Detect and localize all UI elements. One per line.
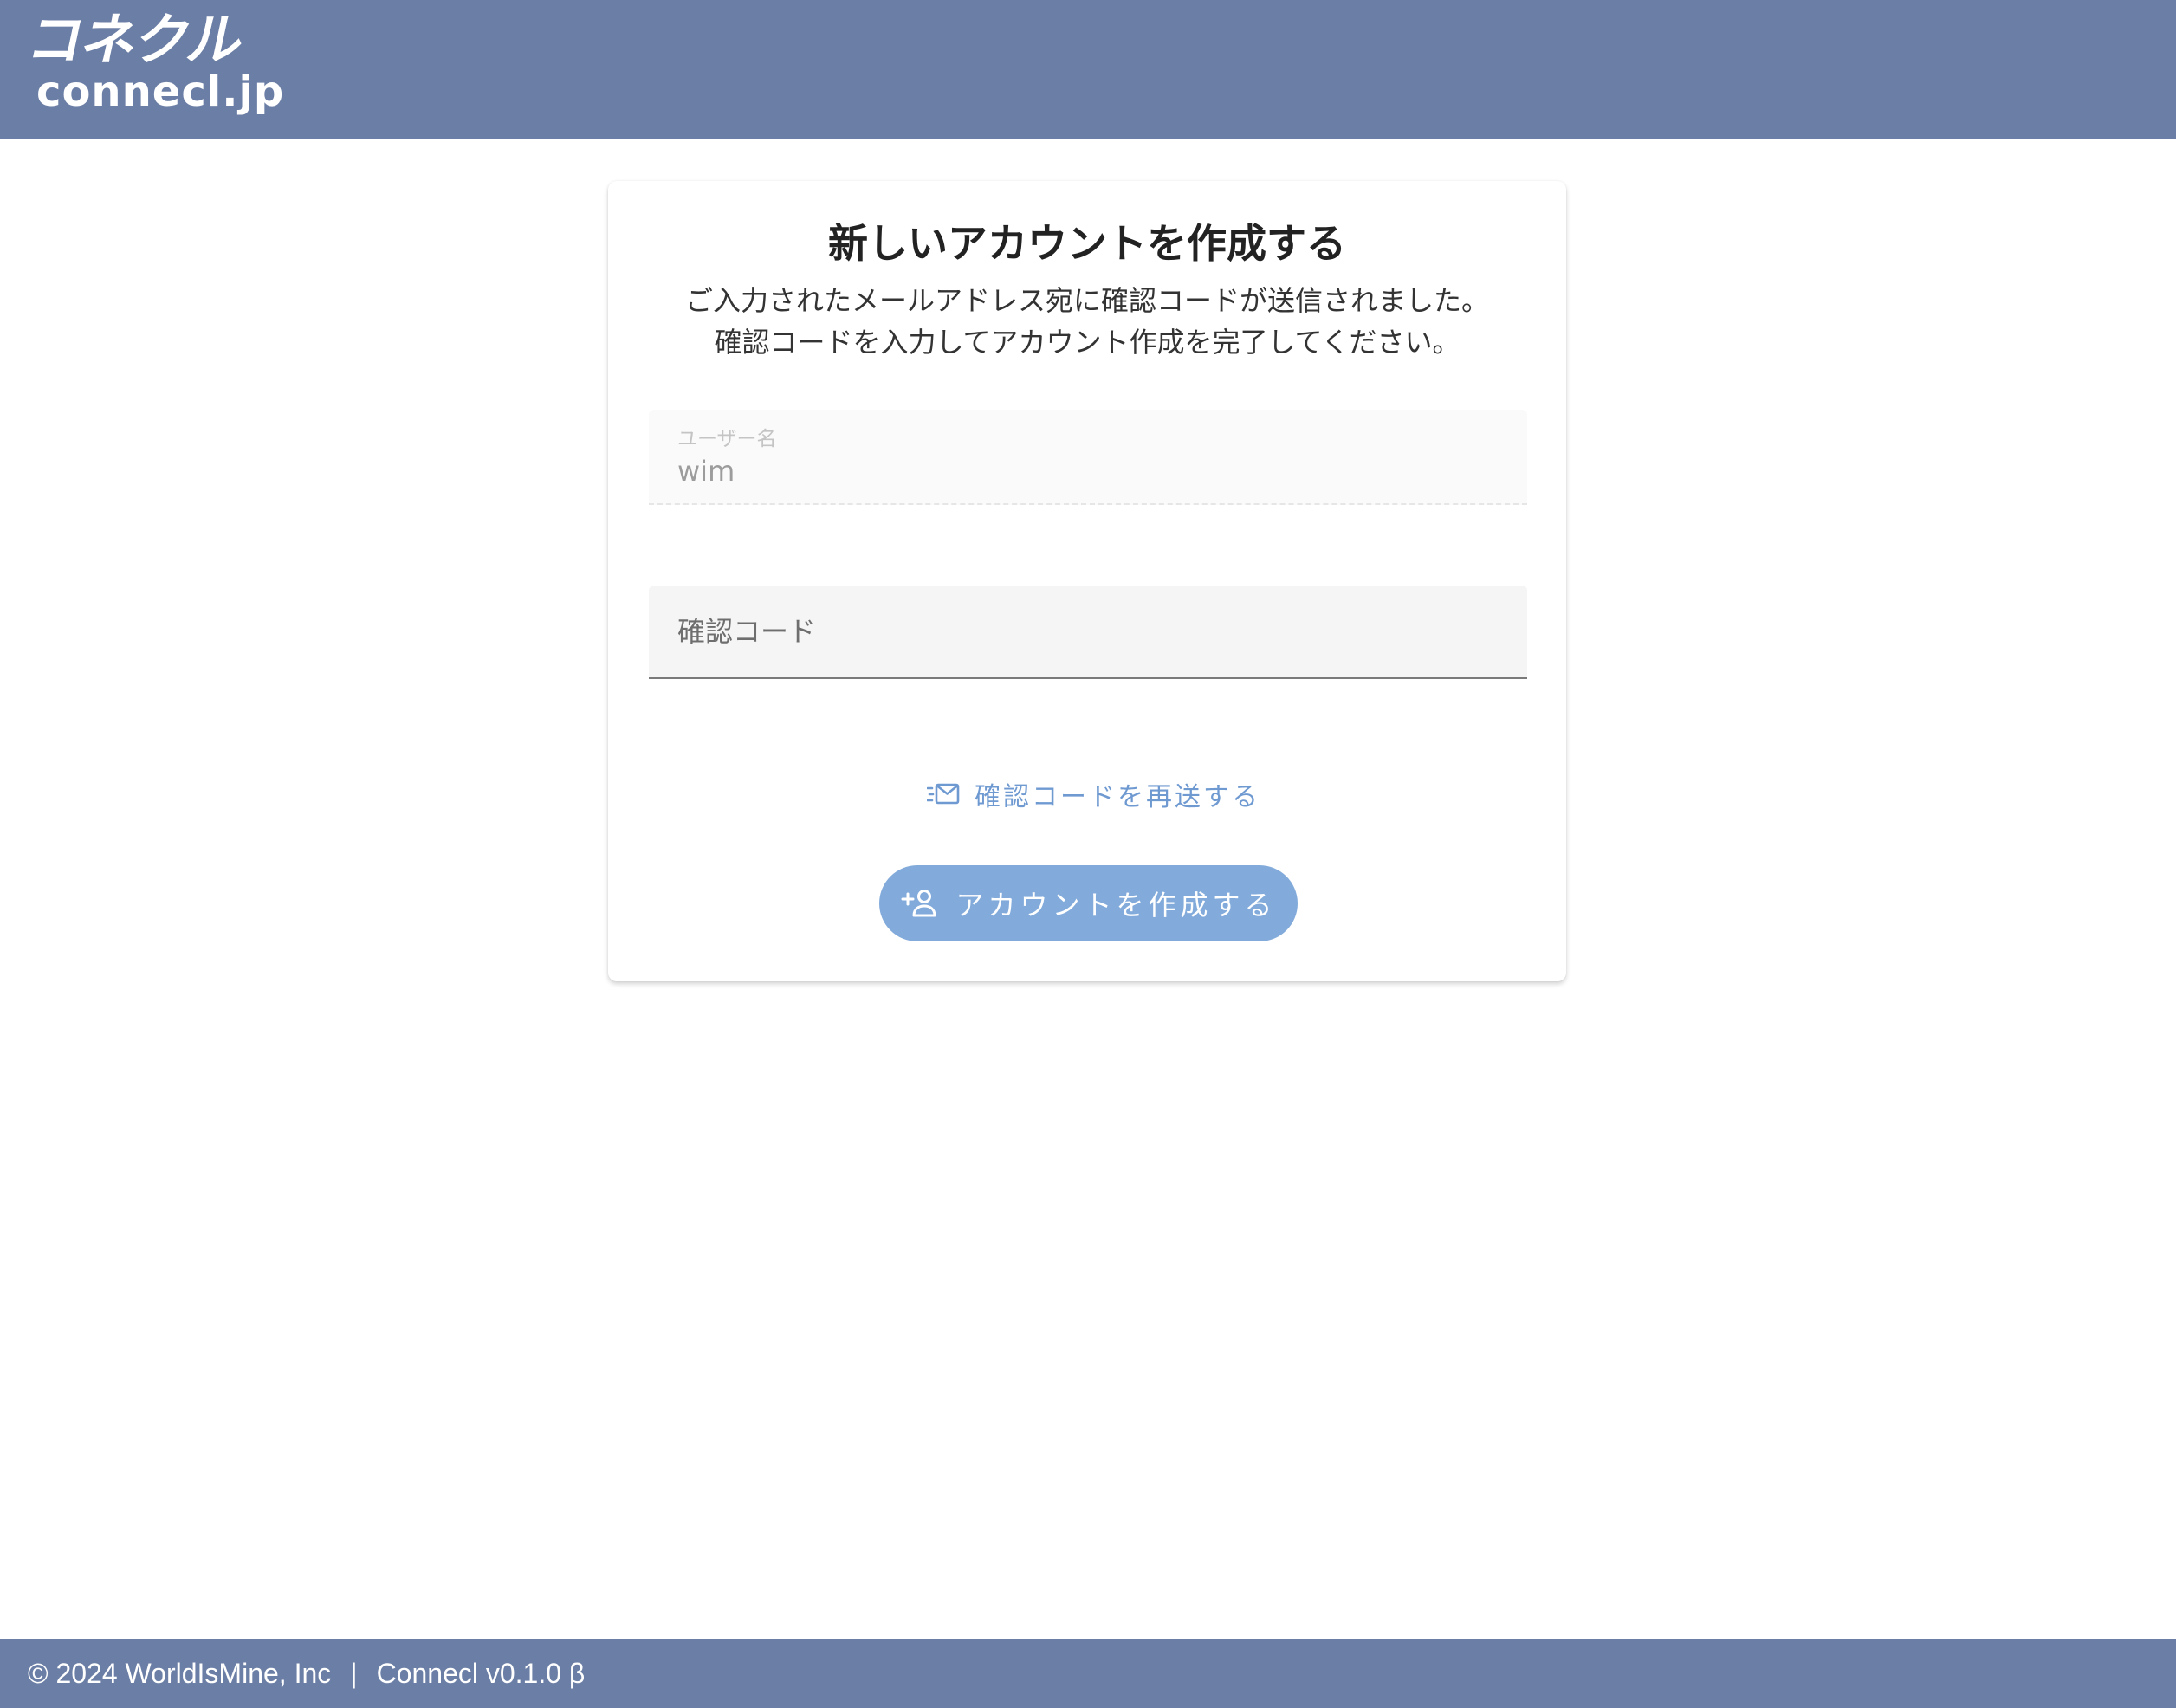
mail-send-icon: [926, 777, 961, 812]
instructions: ご入力されたメールアドレス宛に確認コードが送信されました。 確認コードを入力して…: [608, 280, 1566, 363]
version-text: Connecl v0.1.0 β: [376, 1657, 586, 1689]
app-logo[interactable]: コネクル connecl.jp: [22, 9, 286, 116]
copyright-text: © 2024 WorldIsMine, Inc: [28, 1657, 332, 1689]
signup-confirm-card: 新しいアカウントを作成する ご入力されたメールアドレス宛に確認コードが送信されま…: [608, 181, 1566, 981]
username-label: ユーザー名: [677, 428, 777, 450]
logo-katakana: コネクル: [22, 9, 249, 73]
verification-code-input[interactable]: [649, 586, 1527, 677]
create-account-button[interactable]: アカウントを作成する: [879, 865, 1298, 941]
logo-domain: connecl.jp: [36, 68, 285, 116]
verification-code-field[interactable]: [649, 586, 1527, 679]
resend-code-button[interactable]: 確認コードを再送する: [926, 773, 1260, 816]
instructions-line-2: 確認コードを入力してアカウント作成を完了してください。: [714, 326, 1460, 359]
resend-code-label: 確認コードを再送する: [975, 782, 1260, 812]
page-title: 新しいアカウントを作成する: [828, 220, 1346, 267]
app-footer: © 2024 WorldIsMine, Inc | Connecl v0.1.0…: [0, 1639, 2176, 1708]
username-value: wim: [677, 455, 735, 488]
create-account-label: アカウントを作成する: [955, 889, 1277, 922]
username-field: ユーザー名 wim: [649, 410, 1527, 505]
instructions-line-1: ご入力されたメールアドレス宛に確認コードが送信されました。: [684, 284, 1489, 317]
person-add-icon: [900, 884, 938, 922]
footer-separator: |: [350, 1657, 358, 1689]
app-header: コネクル connecl.jp: [0, 0, 2176, 139]
